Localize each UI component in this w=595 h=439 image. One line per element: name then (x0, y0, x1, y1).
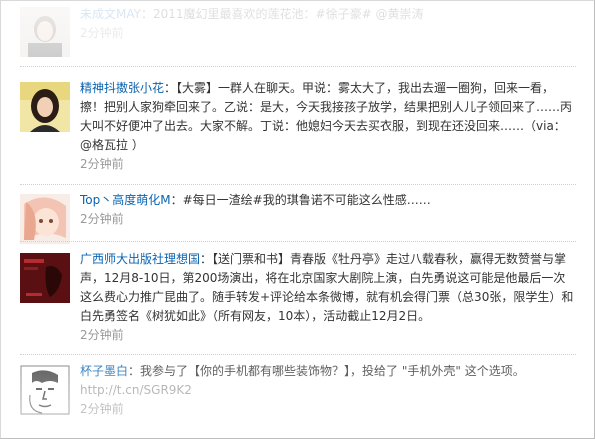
post-text: 2011魔幻里最喜欢的莲花池：#徐子豪# @黄崇涛 (152, 7, 424, 21)
name-separator: ： (200, 252, 213, 266)
divider (20, 184, 576, 185)
weibo-feed-panel: 未成文MAY：2011魔幻里最喜欢的莲花池：#徐子豪# @黄崇涛 2分钟前 精神… (0, 0, 595, 439)
portrait-avatar-icon[interactable] (20, 7, 70, 57)
girl-photo-avatar-icon[interactable] (20, 82, 70, 132)
divider (20, 354, 576, 355)
post-time[interactable]: 2分钟前 (80, 400, 576, 419)
post-text: #每日一渣绘#我的琪鲁诺不可能这么性感…… (182, 193, 431, 207)
author-name[interactable]: 精神抖擞张小花 (80, 81, 164, 95)
author-name[interactable]: 杯子墨白 (80, 364, 128, 378)
post-time[interactable]: 2分钟前 (80, 24, 576, 43)
author-name[interactable]: 广西师大出版社理想国 (80, 252, 200, 266)
author-name[interactable]: 未成文MAY (80, 7, 141, 21)
short-link[interactable]: http://t.cn/SGR9K2 (80, 381, 576, 400)
divider (20, 66, 576, 67)
red-poster-avatar-icon[interactable] (20, 253, 70, 303)
author-name[interactable]: Top丶高度萌化M (80, 193, 171, 207)
anime-girl-avatar-icon[interactable] (20, 194, 70, 244)
name-separator: ： (170, 193, 183, 207)
post-time[interactable]: 2分钟前 (80, 326, 576, 345)
name-separator: ： (164, 81, 177, 95)
sketch-face-avatar-icon[interactable] (20, 365, 70, 415)
post-text: 我参与了【你的手机都有哪些装饰物？】，投给了 "手机外壳" 这个选项。 (140, 364, 525, 378)
post-time[interactable]: 2分钟前 (80, 155, 576, 174)
name-separator: ： (128, 364, 141, 378)
divider (20, 241, 576, 242)
name-separator: ： (140, 7, 153, 21)
post-time[interactable]: 2分钟前 (80, 210, 576, 229)
